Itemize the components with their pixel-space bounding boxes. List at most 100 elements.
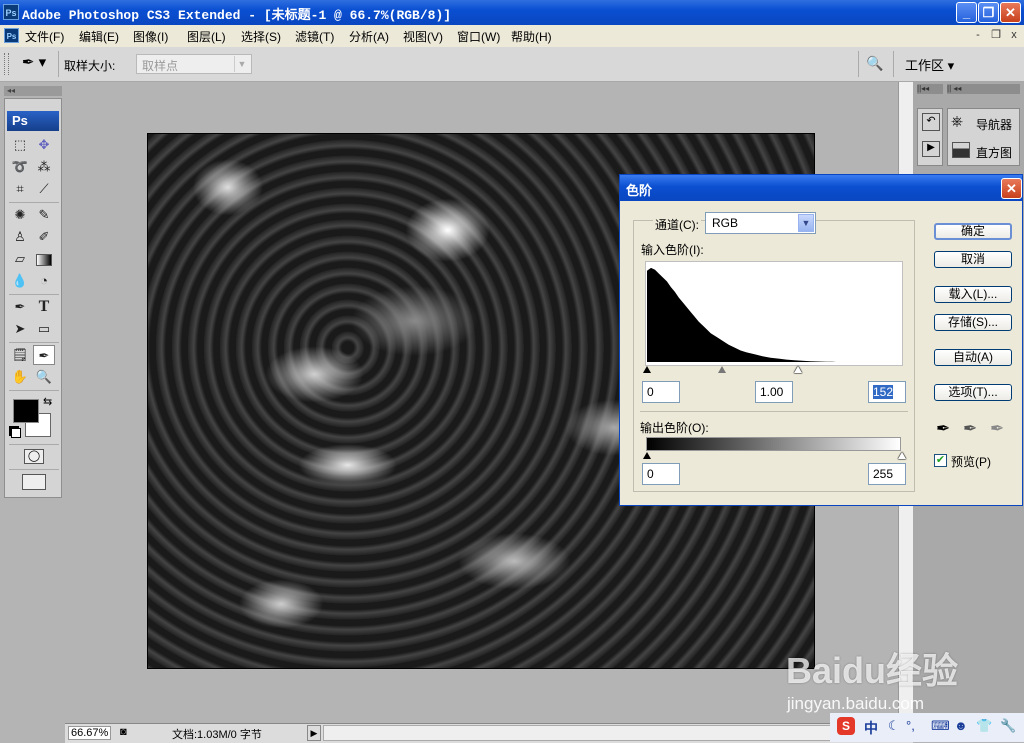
history-panel-icon[interactable]: ↶: [922, 113, 940, 131]
clone-stamp-tool-icon[interactable]: ♙: [9, 227, 31, 247]
preview-label: 预览(P): [951, 455, 991, 469]
toolbox-logo[interactable]: Ps: [7, 111, 59, 131]
doc-minimize-button[interactable]: -: [970, 28, 986, 42]
options-button[interactable]: 选项(T)...: [934, 384, 1012, 401]
magic-wand-tool-icon[interactable]: ⁂: [33, 157, 55, 177]
path-selection-tool-icon[interactable]: ➤: [9, 319, 31, 339]
output-white-slider[interactable]: [898, 452, 906, 459]
move-tool-icon[interactable]: ✥: [33, 135, 55, 155]
foreground-color-swatch[interactable]: [13, 399, 39, 423]
close-button[interactable]: ✕: [1000, 2, 1021, 23]
output-white-field[interactable]: 255: [868, 463, 906, 485]
horizontal-scrollbar[interactable]: [323, 725, 911, 741]
dodge-tool-icon[interactable]: ◔: [33, 271, 55, 291]
input-gamma-field[interactable]: 1.00: [755, 381, 793, 403]
blur-tool-icon[interactable]: 💧: [9, 271, 31, 291]
input-black-field[interactable]: 0: [642, 381, 680, 403]
zoom-level[interactable]: 66.67%: [68, 726, 112, 740]
histogram-panel-item[interactable]: 直方图: [950, 141, 1018, 161]
title-bar: Ps Adobe Photoshop CS3 Extended - [未标题-1…: [0, 0, 1024, 25]
crop-tool-icon[interactable]: ⌗: [9, 179, 31, 199]
input-white-slider[interactable]: [794, 366, 802, 373]
panel-grip-left[interactable]: ||◂◂: [917, 84, 943, 94]
menu-select[interactable]: 选择(S): [241, 28, 281, 45]
input-white-field[interactable]: 152: [868, 381, 906, 403]
status-menu-arrow-icon[interactable]: ▶: [307, 725, 321, 741]
options-grip[interactable]: [4, 53, 9, 75]
toolbox-divider: [9, 469, 59, 470]
type-tool-icon[interactable]: T: [33, 297, 55, 317]
skin-icon[interactable]: 👕: [976, 718, 992, 734]
gray-eyedropper-icon[interactable]: ✒: [963, 419, 977, 439]
status-info-icon[interactable]: ◙: [120, 726, 127, 738]
sogou-icon[interactable]: S: [837, 717, 855, 735]
brush-tool-icon[interactable]: ✎: [33, 205, 55, 225]
wrench-icon[interactable]: 🔧: [1000, 718, 1016, 734]
notes-tool-icon[interactable]: 🗒: [9, 345, 31, 365]
output-black-field[interactable]: 0: [642, 463, 680, 485]
screen-mode-icon[interactable]: [22, 474, 46, 490]
keyboard-icon[interactable]: ⌨: [931, 718, 950, 734]
save-button[interactable]: 存储(S)...: [934, 314, 1012, 331]
options-divider-right: [858, 51, 859, 77]
document-icon[interactable]: Ps: [4, 28, 19, 43]
watermark-brand: Baidu经验: [786, 650, 959, 691]
ime-mode[interactable]: 中: [864, 718, 878, 738]
histogram-area: [647, 267, 901, 362]
ok-button[interactable]: 确定: [934, 223, 1012, 240]
load-button[interactable]: 载入(L)...: [934, 286, 1012, 303]
history-brush-tool-icon[interactable]: ✐: [33, 227, 55, 247]
photoshop-app-icon[interactable]: Ps: [3, 4, 19, 20]
doc-restore-button[interactable]: ❐: [988, 28, 1004, 42]
dialog-separator: [640, 411, 908, 412]
user-icon[interactable]: ☻: [954, 718, 968, 733]
auto-button[interactable]: 自动(A): [934, 349, 1012, 366]
eyedropper-preset-icon[interactable]: ✒ ▾: [14, 52, 54, 74]
pen-tool-icon[interactable]: ✒: [9, 297, 31, 317]
shape-tool-icon[interactable]: ▭: [33, 319, 55, 339]
menu-filter[interactable]: 滤镜(T): [295, 28, 334, 45]
gradient-tool-icon[interactable]: [33, 249, 55, 269]
channel-select[interactable]: RGB ▼: [705, 212, 816, 234]
menu-analysis[interactable]: 分析(A): [349, 28, 389, 45]
minimize-button[interactable]: _: [956, 2, 977, 23]
menu-view[interactable]: 视图(V): [403, 28, 443, 45]
restore-button[interactable]: ❐: [978, 2, 999, 23]
menu-edit[interactable]: 编辑(E): [79, 28, 119, 45]
black-eyedropper-icon[interactable]: ✒: [936, 419, 950, 439]
bridge-icon[interactable]: 🔍: [864, 55, 886, 73]
output-black-slider[interactable]: [643, 452, 651, 459]
menu-layer[interactable]: 图层(L): [187, 28, 226, 45]
slice-tool-icon[interactable]: ⟋: [33, 179, 55, 199]
toolbox-collapse-bar[interactable]: ◂◂: [4, 86, 62, 96]
input-black-slider[interactable]: [643, 366, 651, 373]
eraser-tool-icon[interactable]: ▱: [9, 249, 31, 269]
healing-brush-tool-icon[interactable]: ✺: [9, 205, 31, 225]
workspace-button[interactable]: 工作区 ▾: [905, 55, 954, 74]
navigator-panel-item[interactable]: ⎈ 导航器: [950, 113, 1018, 133]
lasso-tool-icon[interactable]: ➰: [9, 157, 31, 177]
quick-mask-icon[interactable]: ◯: [24, 449, 44, 464]
preview-checkbox[interactable]: ✔: [934, 454, 947, 467]
swap-colors-icon[interactable]: ⇆: [43, 395, 52, 408]
default-colors-icon[interactable]: [11, 428, 21, 438]
menu-file[interactable]: 文件(F): [25, 28, 64, 45]
menu-window[interactable]: 窗口(W): [457, 28, 500, 45]
marquee-tool-icon[interactable]: ⬚: [9, 135, 31, 155]
moon-icon[interactable]: ☾: [888, 718, 900, 734]
menu-image[interactable]: 图像(I): [133, 28, 168, 45]
dialog-title-bar[interactable]: 色阶 ✕: [620, 175, 1022, 201]
punctuation-icon[interactable]: °,: [906, 718, 915, 733]
doc-close-button[interactable]: x: [1006, 28, 1022, 42]
hand-tool-icon[interactable]: ✋: [9, 367, 31, 387]
sample-size-select[interactable]: 取样点 ▼: [136, 54, 252, 74]
panel-grip-right[interactable]: || ◂◂: [947, 84, 1020, 94]
eyedropper-tool-icon[interactable]: ✒: [33, 345, 55, 365]
input-gamma-slider[interactable]: [718, 366, 726, 373]
white-eyedropper-icon[interactable]: ✒: [990, 419, 1004, 439]
zoom-tool-icon[interactable]: 🔍: [33, 367, 55, 387]
cancel-button[interactable]: 取消: [934, 251, 1012, 268]
actions-panel-icon[interactable]: ▶: [922, 141, 940, 157]
menu-help[interactable]: 帮助(H): [511, 28, 552, 45]
dialog-close-button[interactable]: ✕: [1001, 178, 1022, 199]
